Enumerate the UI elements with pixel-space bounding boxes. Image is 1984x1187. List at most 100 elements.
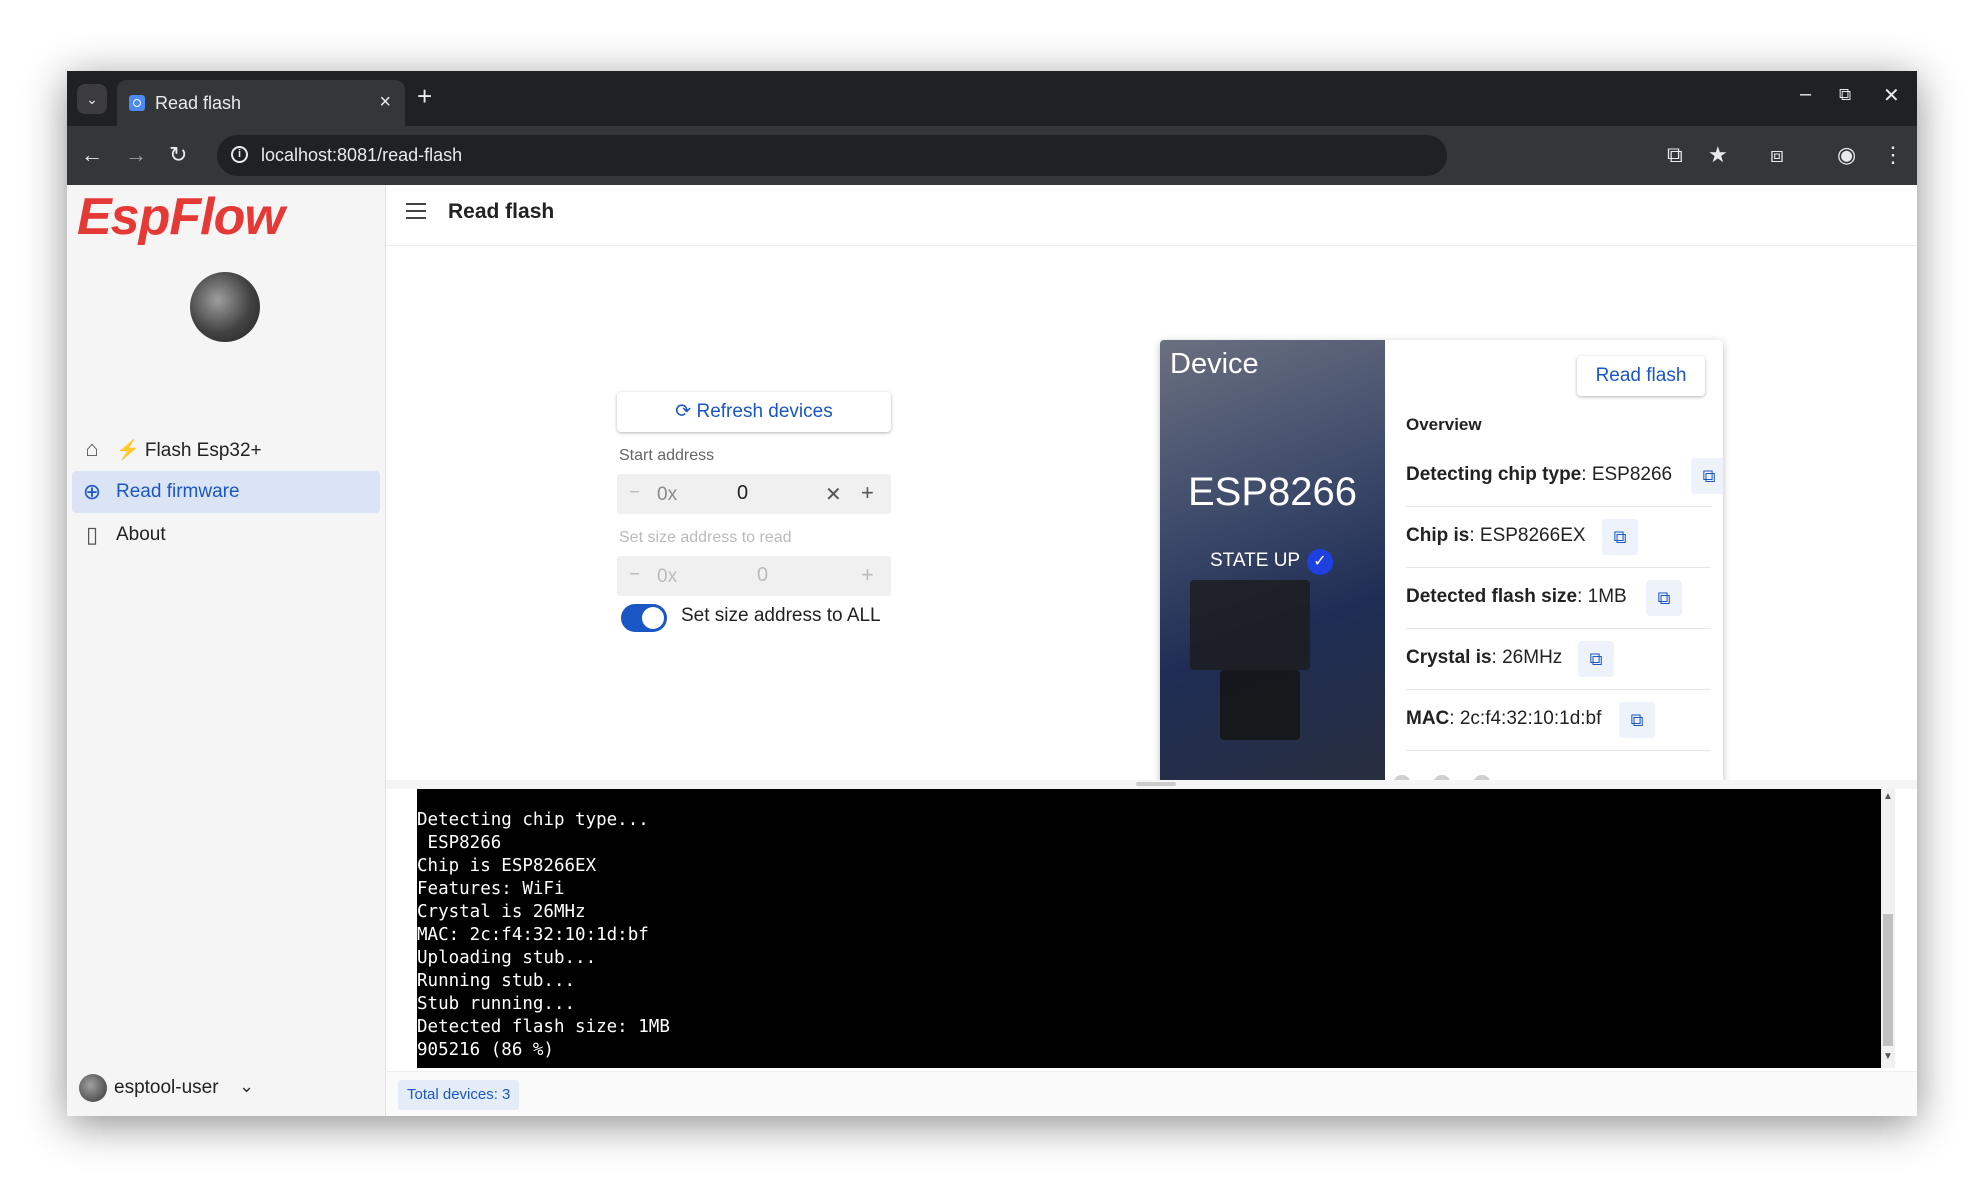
bookmark-star-icon[interactable]: ★ bbox=[1708, 142, 1728, 168]
sidebar-item-about[interactable]: ▯ About bbox=[72, 514, 380, 556]
copy-icon[interactable]: ⧉ bbox=[1602, 519, 1638, 555]
scroll-up-icon[interactable]: ▲ bbox=[1883, 791, 1893, 802]
profile-icon[interactable]: ◉ bbox=[1837, 142, 1856, 168]
tab-search-dropdown-icon[interactable]: ⌄ bbox=[77, 84, 107, 114]
board-chip-graphic bbox=[1220, 670, 1300, 740]
home-icon: ⌂ bbox=[85, 436, 99, 461]
tab-title: Read flash bbox=[155, 93, 242, 113]
size-all-toggle[interactable] bbox=[621, 604, 667, 632]
info-value: 1MB bbox=[1587, 586, 1627, 607]
terminal-text: Detecting chip type... ESP8266 Chip is E… bbox=[417, 810, 670, 1060]
info-key: Crystal is bbox=[1406, 647, 1492, 668]
hex-prefix: 0x bbox=[657, 484, 678, 505]
device-card: Device ESP8266 STATE UP ✓ Read flash Ove… bbox=[1160, 340, 1723, 821]
info-row: Crystal is: 26MHz ⧉ bbox=[1406, 629, 1711, 690]
read-flash-button[interactable]: Read flash bbox=[1577, 356, 1705, 396]
info-value: ESP8266EX bbox=[1479, 525, 1586, 546]
info-row: Detected flash size: 1MB ⧉ bbox=[1406, 568, 1711, 629]
increment-icon[interactable]: + bbox=[861, 480, 874, 506]
sidebar-item-label: ⚡ Flash Esp32+ bbox=[116, 440, 262, 461]
window-close-icon[interactable]: ✕ bbox=[1883, 83, 1900, 108]
copy-icon[interactable]: ⧉ bbox=[1619, 702, 1655, 738]
size-address-value[interactable]: 0 bbox=[757, 564, 768, 587]
extensions-icon[interactable]: ⧈ bbox=[1770, 142, 1784, 168]
restore-icon[interactable]: ⧉ bbox=[1839, 85, 1851, 105]
user-avatar bbox=[79, 1074, 107, 1102]
minimize-icon[interactable]: – bbox=[1800, 83, 1811, 106]
panel-splitter[interactable] bbox=[386, 780, 1917, 789]
page-title: Read flash bbox=[448, 200, 555, 223]
tab-strip: ⌄ Read flash × + – ⧉ ✕ bbox=[67, 71, 1917, 126]
info-value: ESP8266 bbox=[1591, 464, 1673, 485]
user-name: esptool-user bbox=[114, 1077, 219, 1098]
info-key: MAC bbox=[1406, 708, 1450, 729]
info-value: 2c:f4:32:10:1d:bf bbox=[1459, 708, 1602, 729]
device-card-title: Device bbox=[1170, 348, 1259, 380]
chip-name: ESP8266 bbox=[1188, 470, 1358, 514]
sidebar: EspFlow ⌂ ⚡ Flash Esp32+ ⊕ Read firmware… bbox=[67, 185, 386, 1116]
copy-icon[interactable]: ⧉ bbox=[1646, 580, 1682, 616]
hex-prefix: 0x bbox=[657, 566, 678, 587]
sidebar-item-flash[interactable]: ⌂ ⚡ Flash Esp32+ bbox=[72, 428, 380, 470]
start-address-value[interactable]: 0 bbox=[737, 482, 748, 505]
info-row: Detecting chip type: ESP8266 ⧉ bbox=[1406, 446, 1723, 507]
copy-icon[interactable]: ⧉ bbox=[1691, 458, 1723, 494]
size-address-label: Set size address to read bbox=[619, 529, 792, 546]
splitter-handle[interactable] bbox=[1136, 782, 1176, 786]
tab-favicon-icon bbox=[129, 95, 145, 111]
sidebar-item-label: About bbox=[116, 524, 166, 545]
size-address-input[interactable]: − 0x 0 + bbox=[617, 556, 891, 596]
back-icon[interactable]: ← bbox=[81, 142, 103, 168]
info-row: Chip is: ESP8266EX ⧉ bbox=[1406, 507, 1711, 568]
omnibox[interactable]: i localhost:8081/read-flash bbox=[217, 135, 1447, 176]
start-address-input[interactable]: − 0x 0 ✕ + bbox=[617, 474, 891, 514]
check-circle-icon: ✓ bbox=[1307, 549, 1333, 575]
device-state: STATE UP bbox=[1210, 550, 1301, 571]
start-address-label: Start address bbox=[619, 447, 715, 464]
info-key: Chip is bbox=[1406, 525, 1470, 546]
clear-icon[interactable]: ✕ bbox=[825, 482, 842, 507]
reload-icon[interactable]: ↻ bbox=[169, 142, 187, 168]
refresh-icon: ⟳ bbox=[675, 401, 692, 422]
new-tab-icon[interactable]: + bbox=[417, 81, 432, 112]
board-chip-graphic bbox=[1190, 580, 1310, 670]
browser-window: ⌄ Read flash × + – ⧉ ✕ ← → ↻ i localhost… bbox=[67, 71, 1917, 1116]
scrollbar-thumb[interactable] bbox=[1883, 914, 1893, 1046]
info-row: MAC: 2c:f4:32:10:1d:bf ⧉ bbox=[1406, 690, 1711, 751]
address-toolbar: ← → ↻ i localhost:8081/read-flash ⧉ ★ ⧈ … bbox=[67, 126, 1917, 185]
size-all-label: Set size address to ALL bbox=[681, 605, 881, 626]
url-text[interactable]: localhost:8081/read-flash bbox=[261, 145, 462, 166]
device-avatar bbox=[190, 272, 260, 342]
menu-icon[interactable] bbox=[406, 203, 426, 219]
overview-label: Overview bbox=[1406, 415, 1482, 434]
refresh-devices-button[interactable]: ⟳ Refresh devices bbox=[617, 392, 891, 432]
sidebar-item-label: Read firmware bbox=[116, 481, 240, 502]
info-value: 26MHz bbox=[1502, 647, 1563, 668]
sidebar-item-read-firmware[interactable]: ⊕ Read firmware bbox=[72, 471, 380, 513]
scroll-down-icon[interactable]: ▼ bbox=[1883, 1051, 1893, 1062]
increment-icon[interactable]: + bbox=[861, 562, 874, 588]
info-key: Detecting chip type bbox=[1406, 464, 1582, 485]
file-icon: ▯ bbox=[85, 522, 99, 547]
site-info-icon[interactable]: i bbox=[231, 146, 248, 163]
open-external-icon[interactable]: ⧉ bbox=[1667, 142, 1683, 168]
terminal-output: Detecting chip type... ESP8266 Chip is E… bbox=[417, 789, 1881, 1068]
decrement-icon[interactable]: − bbox=[629, 564, 640, 586]
main-content: Read flash ⟳ Refresh devices Start addre… bbox=[386, 185, 1917, 1116]
terminal-scrollbar[interactable]: ▲ ▼ bbox=[1881, 789, 1895, 1068]
page-header: Read flash bbox=[386, 185, 1917, 246]
decrement-icon[interactable]: − bbox=[629, 482, 640, 504]
download-circle-icon: ⊕ bbox=[82, 479, 102, 504]
copy-icon[interactable]: ⧉ bbox=[1578, 641, 1614, 677]
chevron-down-icon[interactable]: ⌄ bbox=[239, 1076, 254, 1097]
total-devices-badge: Total devices: 3 bbox=[398, 1080, 520, 1110]
more-menu-icon[interactable]: ⋮ bbox=[1882, 142, 1904, 168]
refresh-label: Refresh devices bbox=[696, 401, 833, 422]
forward-icon[interactable]: → bbox=[125, 142, 147, 168]
device-image: Device ESP8266 STATE UP ✓ bbox=[1160, 340, 1385, 821]
status-bar: Total devices: 3 bbox=[386, 1071, 1917, 1116]
tab-close-icon[interactable]: × bbox=[379, 91, 391, 114]
app-logo[interactable]: EspFlow bbox=[77, 187, 285, 247]
browser-tab[interactable]: Read flash × bbox=[117, 80, 405, 126]
info-key: Detected flash size bbox=[1406, 586, 1578, 607]
